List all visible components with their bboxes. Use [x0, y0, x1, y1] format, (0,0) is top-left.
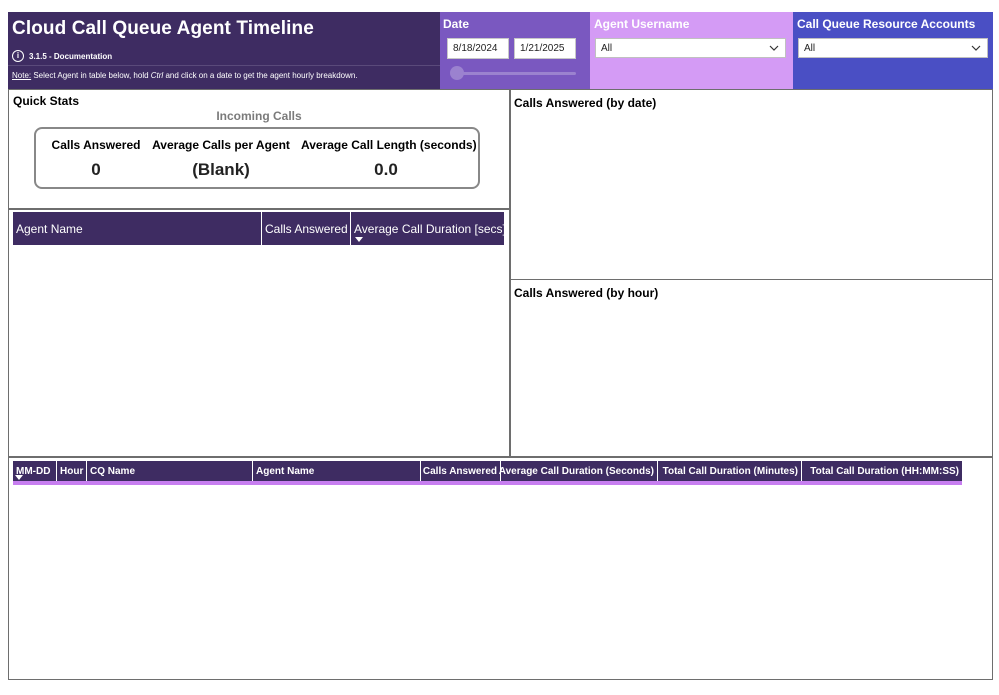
page-title: Cloud Call Queue Agent Timeline — [12, 18, 314, 39]
date-slicer-label: Date — [443, 17, 470, 31]
agent-table-header: Agent Name Calls Answered Average Call D… — [13, 212, 506, 245]
header-divider — [8, 65, 440, 66]
start-date-input[interactable]: 8/18/2024 — [447, 38, 509, 59]
info-icon[interactable]: i — [12, 50, 24, 62]
kpi-average-calls-per-agent: Average Calls per Agent (Blank) — [151, 138, 291, 180]
column-header-calls-answered[interactable]: Calls Answered — [421, 461, 501, 481]
note-text-b: and click on a date to get the agent hou… — [163, 71, 358, 80]
kpi-label: Average Call Length (seconds) — [301, 138, 477, 152]
quick-stats-subtitle: Incoming Calls — [216, 109, 302, 123]
cq-resource-dropdown[interactable]: All — [798, 38, 988, 58]
quick-stats-panel: Quick Stats Incoming Calls Calls Answere… — [8, 89, 510, 209]
agent-username-label: Agent Username — [594, 17, 690, 31]
version-link[interactable]: 3.1.5 - Documentation — [29, 52, 112, 61]
note-prefix: Note: — [12, 71, 32, 80]
column-header-total-call-duration-minutes[interactable]: Total Call Duration (Minutes) — [658, 461, 802, 481]
kpi-value: 0.0 — [374, 160, 398, 179]
date-slicer: Date 8/18/2024 1/21/2025 — [440, 12, 590, 89]
cq-resource-label: Call Queue Resource Accounts — [797, 17, 976, 31]
kpi-card: Calls Answered 0 Average Calls per Agent… — [34, 127, 480, 189]
date-slider-handle[interactable] — [450, 66, 464, 80]
column-header-cq-name[interactable]: CQ Name — [87, 461, 253, 481]
column-header-mm-dd[interactable]: MM-DD — [13, 461, 57, 481]
chevron-down-icon — [769, 45, 779, 51]
agent-username-dropdown[interactable]: All — [595, 38, 786, 58]
cq-resource-value: All — [804, 42, 816, 54]
kpi-label: Calls Answered — [51, 138, 141, 152]
kpi-label: Average Calls per Agent — [152, 138, 290, 152]
column-header-calls-answered[interactable]: Calls Answered — [262, 212, 351, 245]
calls-by-date-chart: Calls Answered (by date) — [510, 89, 993, 280]
column-header-average-call-duration[interactable]: Average Call Duration [secs] — [351, 212, 506, 245]
kpi-value: (Blank) — [192, 160, 250, 179]
column-header-agent-name[interactable]: Agent Name — [253, 461, 421, 481]
chevron-down-icon — [971, 45, 981, 51]
note-ctrl: Ctrl — [150, 71, 164, 80]
column-header-label: Average Call Duration [secs] — [354, 221, 506, 236]
kpi-average-call-length: Average Call Length (seconds) 0.0 — [301, 138, 477, 180]
column-header-total-call-duration-hhmmss[interactable]: Total Call Duration (HH:MM:SS) — [802, 461, 962, 481]
chart-title: Calls Answered (by hour) — [514, 286, 659, 300]
cq-resource-slicer: Call Queue Resource Accounts All — [793, 12, 993, 89]
quick-stats-title: Quick Stats — [13, 94, 80, 108]
calls-by-hour-chart: Calls Answered (by hour) — [510, 279, 993, 457]
sort-descending-icon — [355, 237, 363, 242]
date-range-slider[interactable] — [452, 72, 576, 75]
column-header-agent-name[interactable]: Agent Name — [13, 212, 262, 245]
agent-table-panel: Agent Name Calls Answered Average Call D… — [8, 209, 510, 457]
end-date-input[interactable]: 1/21/2025 — [514, 38, 576, 59]
version-row[interactable]: i 3.1.5 - Documentation — [12, 50, 112, 62]
detail-table-panel: MM-DD Hour CQ Name Agent Name Calls Answ… — [8, 457, 993, 680]
column-header-hour[interactable]: Hour — [57, 461, 87, 481]
kpi-calls-answered: Calls Answered 0 — [51, 138, 141, 180]
detail-table-header: MM-DD Hour CQ Name Agent Name Calls Answ… — [13, 461, 962, 485]
agent-username-value: All — [601, 42, 613, 54]
sort-descending-icon — [15, 475, 23, 480]
usage-note: Note: Select Agent in table below, hold … — [12, 71, 358, 80]
note-text-a: Select Agent in table below, hold — [31, 71, 151, 80]
kpi-value: 0 — [91, 160, 101, 179]
agent-username-slicer: Agent Username All — [590, 12, 793, 89]
chart-title: Calls Answered (by date) — [514, 96, 657, 110]
report-header: Cloud Call Queue Agent Timeline i 3.1.5 … — [8, 12, 440, 89]
column-header-average-call-duration-seconds[interactable]: Average Call Duration (Seconds) — [499, 461, 658, 481]
